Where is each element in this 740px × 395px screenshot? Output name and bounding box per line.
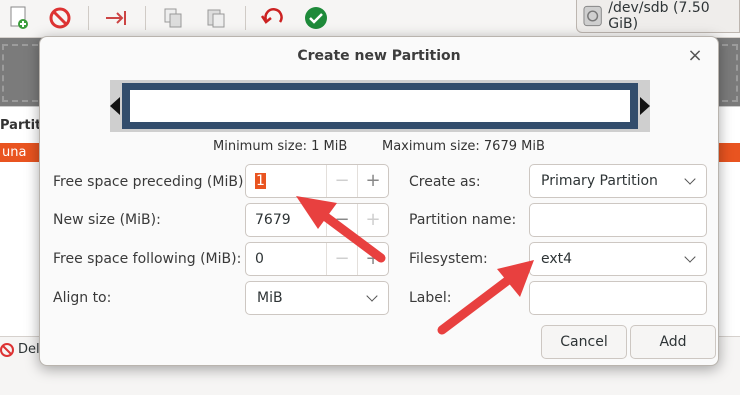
create-partition-dialog: Create new Partition × Minimum size: 1 M… — [39, 36, 719, 366]
pending-operation-label: Del — [18, 342, 40, 357]
minimum-size-label: Minimum size: 1 MiB — [213, 139, 348, 154]
maximum-size-label: Maximum size: 7679 MiB — [382, 139, 545, 154]
toolbar-separator — [245, 6, 246, 30]
pending-operation-item: Del — [0, 342, 40, 357]
new-size-label: New size (MiB): — [53, 212, 161, 228]
filesystem-label: Filesystem: — [409, 251, 488, 267]
label-input[interactable] — [529, 281, 707, 315]
align-to-label: Align to: — [53, 290, 112, 306]
filesystem-dropdown[interactable]: ext4 — [529, 242, 707, 276]
undo-icon[interactable] — [260, 5, 286, 31]
toolbar-separator — [145, 6, 146, 30]
align-to-dropdown[interactable]: MiB — [245, 281, 389, 315]
device-label: /dev/sdb (7.50 GiB) — [608, 0, 710, 32]
create-as-value: Primary Partition — [541, 173, 658, 189]
delete-icon[interactable] — [47, 5, 73, 31]
copy-icon[interactable] — [160, 5, 186, 31]
increment-button[interactable]: + — [357, 165, 388, 197]
close-icon[interactable]: × — [686, 47, 704, 65]
toolbar-separator — [88, 6, 89, 30]
decrement-button[interactable]: − — [326, 204, 357, 236]
increment-button[interactable]: + — [357, 204, 388, 236]
increment-button[interactable]: + — [357, 243, 388, 275]
align-to-value: MiB — [257, 290, 283, 306]
chevron-down-icon — [684, 251, 696, 263]
label-field-label: Label: — [409, 290, 452, 306]
filesystem-value: ext4 — [541, 251, 573, 267]
app-toolbar: /dev/sdb (7.50 GiB) — [0, 0, 740, 38]
free-preceding-input[interactable]: 1 — [246, 165, 326, 197]
new-size-input[interactable]: 7679 — [246, 204, 326, 236]
free-preceding-stepper[interactable]: 1 − + — [245, 164, 389, 198]
device-selector[interactable]: /dev/sdb (7.50 GiB) — [576, 0, 740, 33]
free-following-stepper[interactable]: 0 − + — [245, 242, 389, 276]
chevron-down-icon — [366, 290, 378, 302]
dialog-title: Create new Partition — [297, 48, 461, 64]
add-button[interactable]: Add — [630, 325, 716, 359]
new-partition-icon[interactable] — [6, 5, 32, 31]
resize-move-icon[interactable] — [103, 5, 129, 31]
cancel-button[interactable]: Cancel — [541, 325, 627, 359]
free-following-label: Free space following (MiB): — [53, 251, 242, 267]
partition-frame[interactable] — [122, 83, 638, 129]
apply-icon[interactable] — [303, 5, 329, 31]
free-following-input[interactable]: 0 — [246, 243, 326, 275]
decrement-button[interactable]: − — [326, 243, 357, 275]
left-resize-handle[interactable] — [110, 97, 120, 115]
decrement-button[interactable]: − — [326, 165, 357, 197]
partition-size-slider[interactable] — [110, 80, 650, 132]
paste-icon[interactable] — [203, 5, 229, 31]
disk-icon — [583, 5, 602, 27]
partition-name-input[interactable] — [529, 203, 707, 237]
partition-name-label: Partition name: — [409, 212, 517, 228]
create-as-label: Create as: — [409, 174, 481, 190]
partition-fill — [130, 90, 630, 122]
free-preceding-label: Free space preceding (MiB): — [53, 174, 249, 190]
delete-icon — [0, 342, 14, 357]
chevron-down-icon — [684, 173, 696, 185]
new-size-stepper[interactable]: 7679 − + — [245, 203, 389, 237]
right-resize-handle[interactable] — [640, 97, 650, 115]
create-as-dropdown[interactable]: Primary Partition — [529, 164, 707, 198]
